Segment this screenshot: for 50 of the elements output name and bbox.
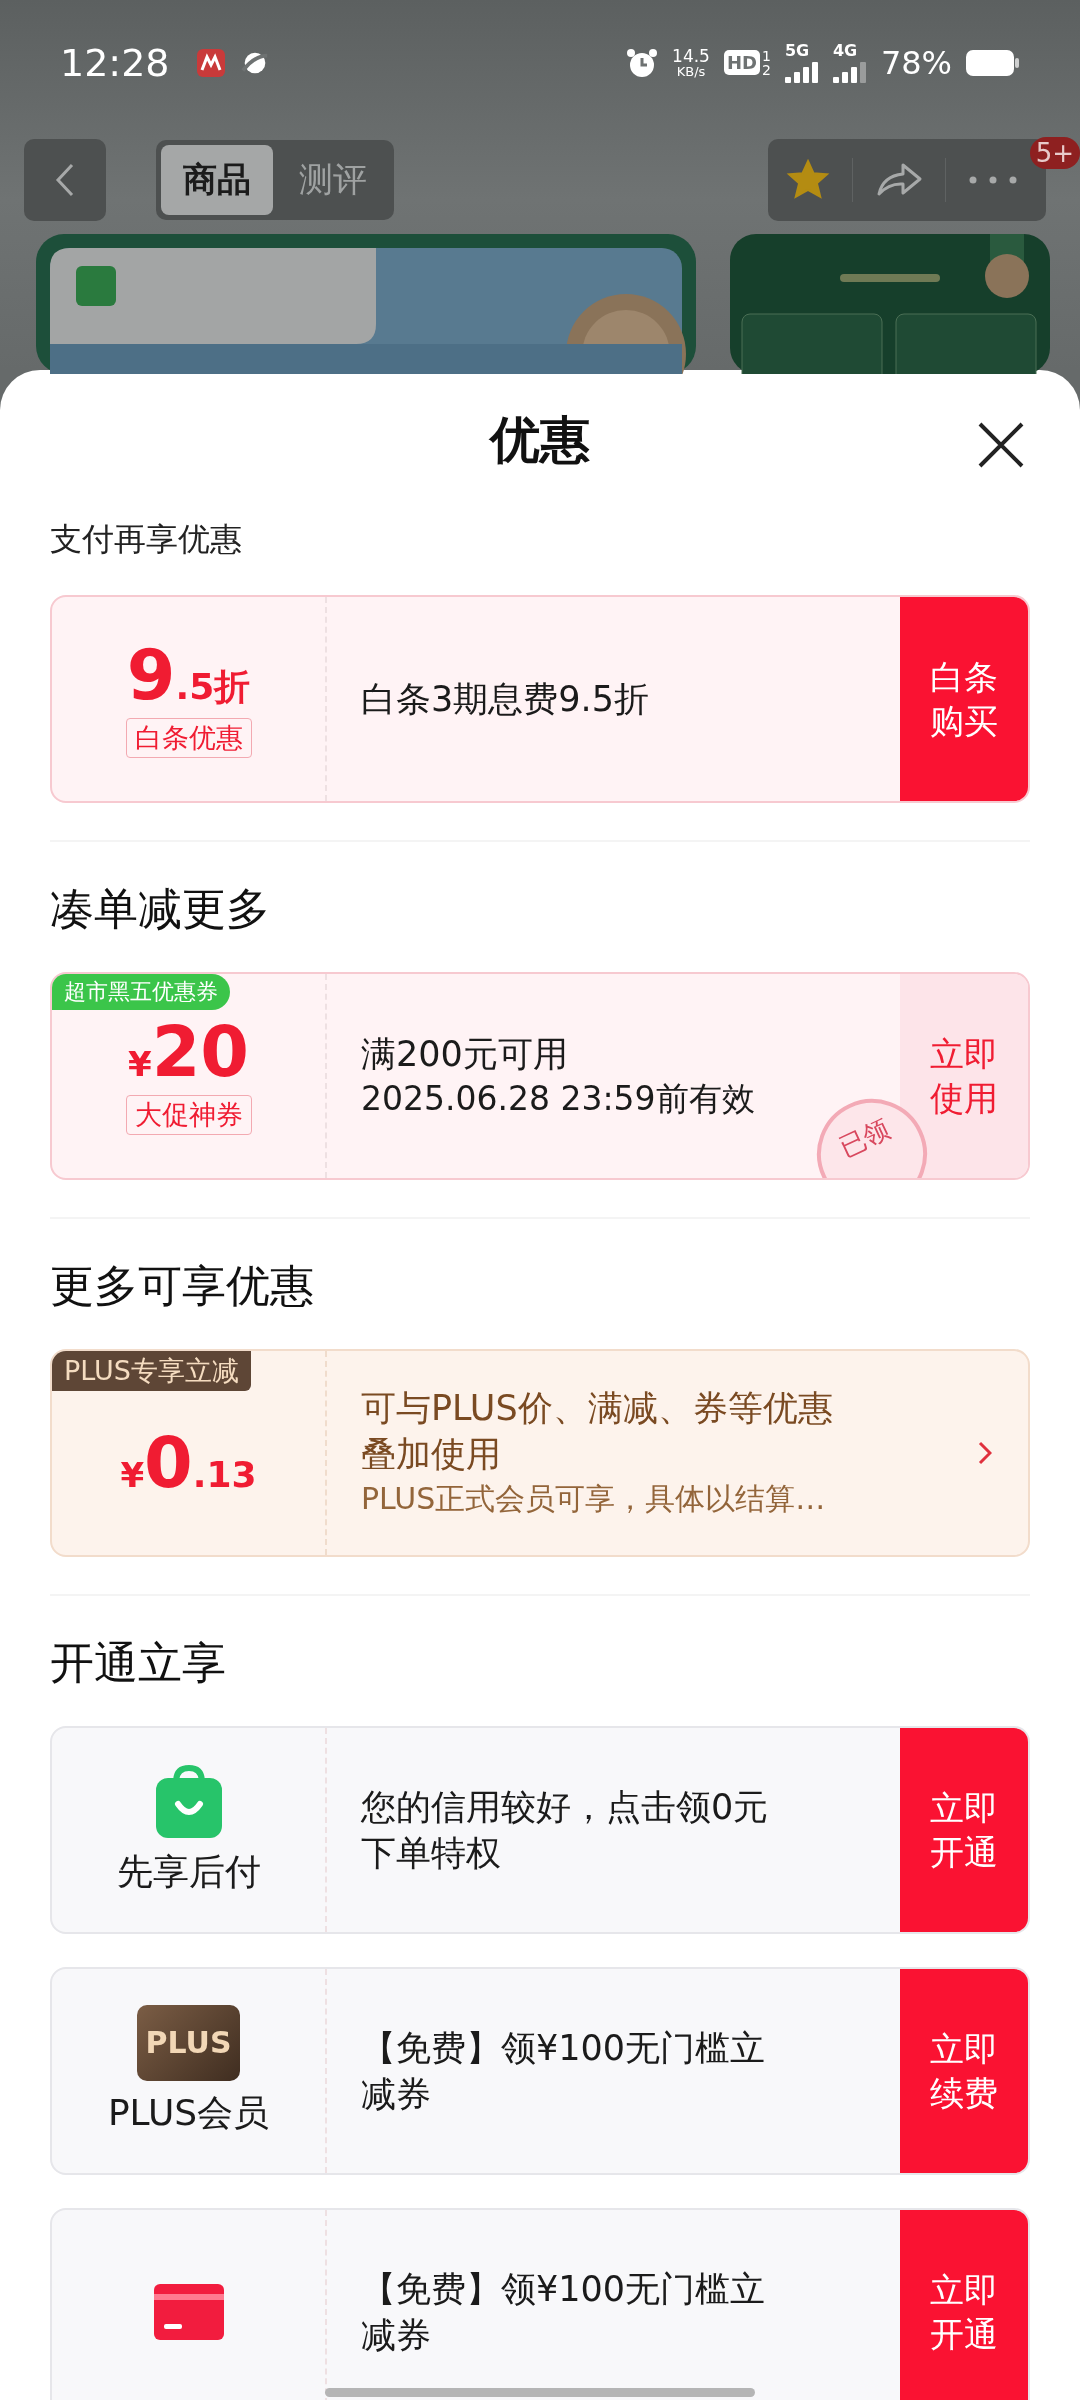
tab[interactable]: 商品 (161, 145, 273, 215)
more-icon[interactable] (968, 175, 1018, 185)
sim-number: 2 (761, 62, 771, 77)
service-name: 先享后付 (116, 1849, 261, 1894)
offer-tag: 白条优惠 (125, 718, 252, 758)
battery-level: 78% (880, 43, 952, 82)
offer-description: 可与PLUS价、满减、券等优惠叠加使用 (361, 1387, 834, 1476)
action-button[interactable]: 立即开通 (900, 2210, 1028, 2400)
alarm-icon (626, 46, 659, 79)
discount-amount: ¥20 (127, 1017, 250, 1087)
count-badge: 5+ (1029, 137, 1080, 169)
offer-description: 【免费】领¥100无门槛立减券 (361, 2027, 767, 2116)
sheet-title: 优惠 (490, 409, 590, 471)
offer-tag: 大促神券 (125, 1095, 252, 1135)
service-name: PLUS会员 (107, 2090, 270, 2135)
star-icon[interactable] (786, 158, 830, 202)
offer-description: 【免费】领¥100无门槛立减券 (361, 2268, 767, 2357)
card-icon (153, 2284, 224, 2340)
discount-amount: ¥0.13 (120, 1428, 257, 1498)
close-icon[interactable] (976, 420, 1026, 470)
action-button[interactable]: 立即续费 (900, 1969, 1028, 2173)
battery-icon (966, 49, 1020, 76)
offer-note: 2025.06.28 23:59前有效 (361, 1078, 756, 1120)
back-icon (55, 162, 75, 198)
section-title: 更多可享优惠 (50, 1259, 315, 1313)
bank-app-icon (195, 47, 226, 78)
clock-time: 12:28 (60, 40, 170, 85)
discount-amount: 9.5折 (126, 640, 251, 710)
section-title: 支付再享优惠 (50, 519, 243, 560)
action-button[interactable]: 立即开通 (900, 1728, 1028, 1932)
network-type: 5G (784, 42, 810, 59)
corner-label: 超市黑五优惠券 (52, 974, 230, 1010)
network-type: 4G (832, 42, 858, 59)
tab[interactable]: 测评 (277, 145, 389, 215)
chevron-icon[interactable] (978, 1441, 992, 1465)
action-button[interactable]: 立即使用 (900, 974, 1028, 1178)
offer-description: 您的信用较好，点击领0元下单特权 (361, 1786, 770, 1875)
sim-number: 1 (761, 48, 771, 63)
section-title: 开通立享 (50, 1636, 227, 1690)
section-title: 凑单减更多 (50, 882, 271, 936)
shopping-bag-icon (153, 1763, 224, 1840)
action-button[interactable]: 白条购买 (900, 597, 1028, 801)
offer-description: 白条3期息费9.5折 (361, 678, 650, 721)
speed-unit: KB/s (676, 64, 706, 78)
hd-voice-badge: HD (723, 50, 760, 75)
offer-note: PLUS正式会员可享，具体以结算… (361, 1480, 827, 1518)
offer-description: 满200元可用 (361, 1033, 569, 1076)
plus-logo: PLUS (137, 2004, 240, 2081)
network-speed: 14.5 (672, 47, 710, 65)
corner-label: PLUS专享立减 (52, 1351, 251, 1391)
